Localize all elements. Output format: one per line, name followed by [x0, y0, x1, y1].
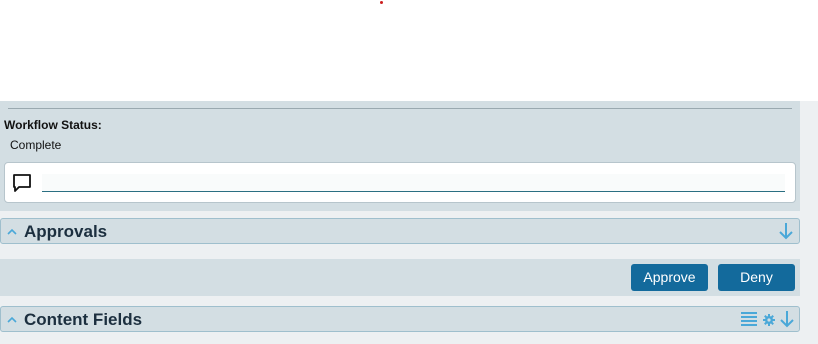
approval-action-bar: Approve Deny: [0, 259, 800, 296]
workflow-status-value: Complete: [10, 138, 62, 152]
workflow-status-label: Workflow Status:: [4, 118, 102, 132]
comment-box: [4, 162, 796, 203]
arrow-down-icon[interactable]: [779, 222, 793, 240]
comment-input[interactable]: [42, 174, 785, 192]
top-blank-area: [0, 0, 818, 101]
content-fields-title: Content Fields: [24, 310, 143, 329]
approve-button[interactable]: Approve: [631, 264, 708, 291]
comment-icon[interactable]: [11, 172, 33, 194]
indicator-dot: [380, 1, 383, 4]
approvals-section-header[interactable]: Approvals: [0, 218, 800, 244]
arrow-down-icon[interactable]: [780, 310, 794, 328]
content-fields-section-header[interactable]: Content Fields: [0, 306, 800, 332]
chevron-up-icon[interactable]: [7, 227, 17, 235]
deny-button[interactable]: Deny: [718, 264, 795, 291]
list-icon[interactable]: [741, 311, 757, 328]
approvals-title: Approvals: [24, 222, 108, 241]
workflow-panel: Workflow Status: Complete: [0, 101, 800, 211]
chevron-up-icon[interactable]: [7, 315, 17, 323]
gear-icon[interactable]: [763, 314, 775, 326]
divider: [8, 108, 792, 109]
